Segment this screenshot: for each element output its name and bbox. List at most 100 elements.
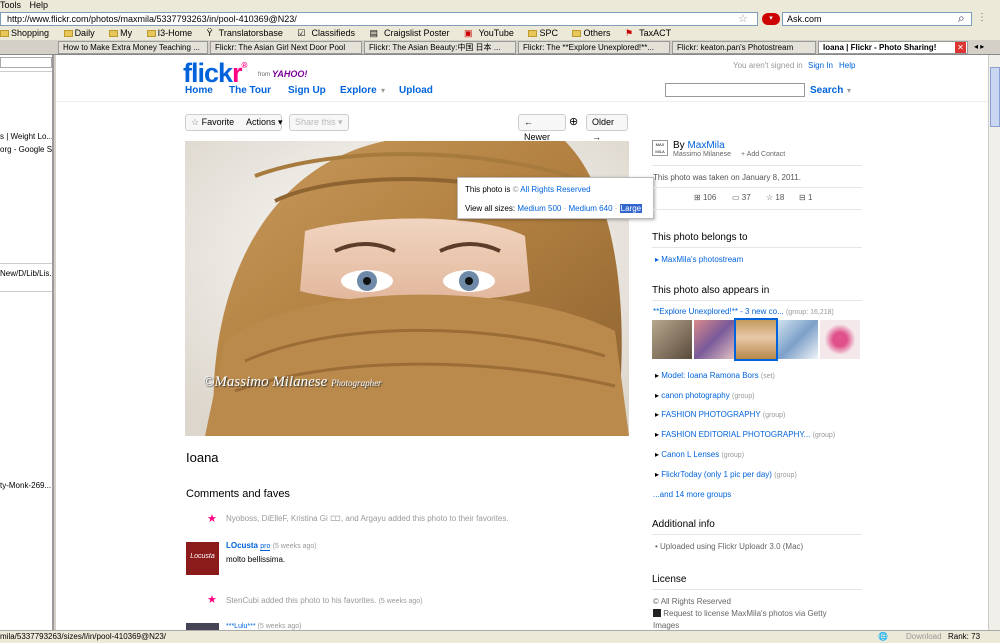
search-dropdown-icon[interactable]: ▾ bbox=[847, 86, 851, 95]
size-medium-500[interactable]: Medium 500 bbox=[517, 204, 561, 213]
nav-home[interactable]: Home bbox=[185, 85, 213, 96]
copyright-icon: © bbox=[653, 597, 659, 606]
sidebar-item[interactable]: s | Weight Lo... bbox=[0, 132, 52, 141]
zoom-icon[interactable]: ⊕ bbox=[569, 115, 578, 128]
fave-star-icon: ★ bbox=[207, 594, 217, 606]
bookmark-translatorsbase[interactable]: Ÿ Translatorsbase bbox=[207, 28, 289, 38]
getty-license[interactable]: Request to license MaxMila's photos via … bbox=[653, 609, 827, 618]
address-row: http://www.flickr.com/photos/maxmila/533… bbox=[0, 11, 1000, 27]
comment-header: LOcusta pro (5 weeks ago) bbox=[226, 541, 317, 551]
group-thumbnail[interactable] bbox=[820, 320, 860, 359]
bookmark-youtube[interactable]: ▣ YouTube bbox=[464, 28, 520, 38]
rank-status[interactable]: Rank: 73 bbox=[948, 631, 980, 643]
flickr-search-input[interactable] bbox=[665, 83, 805, 97]
tab-asian-girl[interactable]: Flickr: The Asian Girl Next Door Pool bbox=[210, 41, 362, 54]
actions-menu[interactable]: Actions ▾ bbox=[246, 117, 283, 128]
fave-text: Nyoboss, DiElleF, Kristina Gi 🀱, and Arg… bbox=[226, 514, 509, 523]
owner-avatar[interactable]: MAX MILA bbox=[652, 140, 668, 156]
explore-dropdown-icon[interactable]: ▾ bbox=[381, 86, 385, 95]
explore-group: **Explore Unexplored!** - 3 new co... (g… bbox=[653, 307, 834, 316]
bookmark-my[interactable]: My bbox=[109, 28, 138, 38]
download-status[interactable]: Download bbox=[906, 631, 942, 643]
menu-help[interactable]: Help bbox=[30, 0, 49, 10]
star-icon[interactable]: ☆ bbox=[738, 12, 748, 25]
globe-icon[interactable]: 🌐 bbox=[878, 631, 888, 643]
sidebar-search[interactable] bbox=[0, 57, 52, 68]
pro-badge[interactable]: pro bbox=[260, 543, 271, 551]
getty-icon bbox=[653, 609, 661, 617]
group-thumbnail[interactable] bbox=[694, 320, 734, 359]
uploaded-info: • Uploaded using Flickr Uploadr 3.0 (Mac… bbox=[655, 542, 804, 551]
owner-link[interactable]: MaxMila bbox=[687, 140, 724, 151]
address-bar[interactable]: http://www.flickr.com/photos/maxmila/533… bbox=[0, 12, 758, 26]
group-item: ▸ FlickrToday (only 1 pic per day) (grou… bbox=[655, 470, 797, 479]
youtube-icon: ▣ bbox=[464, 28, 473, 38]
bookmark-i3home[interactable]: I3-Home bbox=[146, 28, 199, 38]
add-contact-link[interactable]: + Add Contact bbox=[741, 151, 785, 158]
views-icon: ⊞ bbox=[694, 193, 701, 202]
license-heading: License bbox=[652, 574, 687, 585]
translators-icon: Ÿ bbox=[206, 28, 213, 38]
bookmark-shopping[interactable]: Shopping bbox=[0, 28, 55, 38]
yahoo-logo: YAHOO! bbox=[272, 69, 308, 79]
photostream-link[interactable]: ▸ MaxMila's photostream bbox=[655, 255, 743, 264]
group-thumbnail[interactable] bbox=[778, 320, 818, 359]
search-engine-input[interactable]: Ask.com bbox=[782, 12, 972, 26]
ask-engine-icon[interactable]: ▾ bbox=[762, 13, 780, 25]
group-thumbnail[interactable] bbox=[652, 320, 692, 359]
toolbar-extra-icon[interactable]: ⋮ bbox=[977, 12, 987, 23]
close-tab-icon[interactable]: ✕ bbox=[955, 42, 966, 53]
avatar[interactable] bbox=[186, 623, 219, 630]
stat-faves: ☆ 18 bbox=[766, 193, 785, 202]
signed-out-text: You aren't signed in bbox=[733, 61, 803, 70]
explore-group-link[interactable]: **Explore Unexplored!** - 3 new co... bbox=[653, 307, 784, 316]
more-groups-link[interactable]: ...and 14 more groups bbox=[653, 490, 731, 499]
sidebar-item[interactable]: ty-Monk-269... bbox=[0, 481, 51, 490]
group-item: ▸ Canon L Lenses (group) bbox=[655, 450, 745, 459]
page-icon: ▤ bbox=[369, 28, 378, 38]
older-button[interactable]: Older → bbox=[586, 114, 628, 142]
vertical-scrollbar[interactable] bbox=[988, 55, 1000, 630]
checkbox-icon: ☑ bbox=[297, 28, 306, 38]
sign-in-link[interactable]: Sign In bbox=[808, 61, 833, 70]
license-line: This photo is © All Rights Reserved bbox=[465, 185, 591, 194]
nav-explore[interactable]: Explore bbox=[340, 85, 377, 96]
nav-tour[interactable]: The Tour bbox=[229, 85, 271, 96]
header-divider bbox=[56, 101, 988, 102]
bookmark-classifieds[interactable]: ☑ Classifieds bbox=[297, 28, 361, 38]
tab-scroll-icon[interactable]: ◂ ▸ bbox=[974, 42, 984, 51]
sidebar-item[interactable]: New/D/Lib/Lis... bbox=[0, 269, 52, 278]
taken-date: This photo was taken on January 8, 2011. bbox=[653, 173, 801, 182]
stat-comments: ▭ 37 bbox=[732, 193, 751, 202]
comment-time: (5 weeks ago) bbox=[272, 543, 317, 550]
bookmark-others[interactable]: Others bbox=[572, 28, 616, 38]
group-thumbnail-current[interactable] bbox=[734, 318, 778, 361]
share-button[interactable]: Share this ▾ bbox=[289, 114, 349, 131]
search-icon[interactable]: ⌕ bbox=[958, 11, 965, 26]
belongs-heading: This photo belongs to bbox=[652, 232, 748, 243]
size-medium-640[interactable]: Medium 640 bbox=[569, 204, 613, 213]
tab-asian-beauty[interactable]: Flickr: The Asian Beauty:中国 日本 ... bbox=[364, 41, 516, 54]
status-url: mila/5337793263/sizes/l/in/pool-410369@N… bbox=[0, 632, 167, 641]
tab-explore-unexplored[interactable]: Flickr: The **Explore Unexplored!**... bbox=[518, 41, 670, 54]
bookmark-spc[interactable]: SPC bbox=[528, 28, 564, 38]
flickr-search-button[interactable]: Search bbox=[810, 85, 843, 96]
tab-ioana[interactable]: Ioana | Flickr - Photo Sharing! bbox=[818, 41, 968, 54]
tab-extra-money[interactable]: How to Make Extra Money Teaching ... bbox=[58, 41, 208, 54]
nav-signup[interactable]: Sign Up bbox=[288, 85, 326, 96]
menu-tools[interactable]: Tools bbox=[0, 0, 21, 10]
scrollbar-thumb[interactable] bbox=[990, 67, 1000, 127]
nav-upload[interactable]: Upload bbox=[399, 85, 433, 96]
sidebar-item[interactable]: org - Google S... bbox=[0, 145, 52, 154]
bookmark-taxact[interactable]: ⚑ TaxACT bbox=[625, 28, 677, 38]
avatar[interactable]: Locusta bbox=[186, 542, 219, 575]
newer-button[interactable]: ← Newer bbox=[518, 114, 566, 142]
tab-keaton-pan[interactable]: Flickr: keaton.pan's Photostream bbox=[672, 41, 816, 54]
bookmark-daily[interactable]: Daily bbox=[63, 28, 101, 38]
star-icon: ☆ bbox=[766, 193, 774, 202]
size-large[interactable]: Large bbox=[619, 204, 643, 213]
help-link[interactable]: Help bbox=[839, 61, 855, 70]
bookmark-craigslist[interactable]: ▤ Craigslist Poster bbox=[369, 28, 455, 38]
comment-user-link[interactable]: LOcusta bbox=[226, 541, 258, 550]
license-link[interactable]: All Rights Reserved bbox=[520, 185, 590, 194]
